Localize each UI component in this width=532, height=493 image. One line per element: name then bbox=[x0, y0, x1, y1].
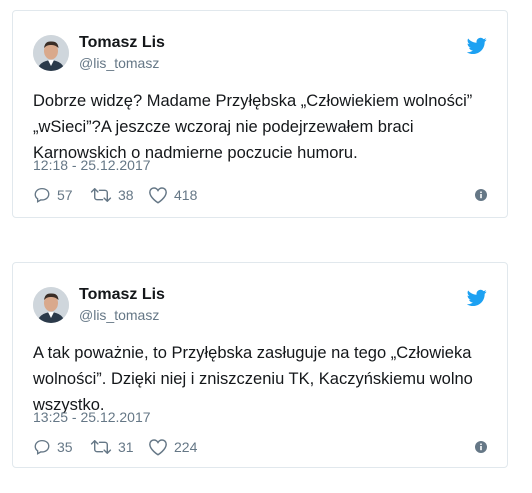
avatar[interactable] bbox=[33, 287, 69, 323]
author-name[interactable]: Tomasz Lis bbox=[79, 34, 165, 52]
author-handle[interactable]: @lis_tomasz bbox=[79, 55, 159, 71]
reply-icon bbox=[34, 439, 50, 455]
like-icon bbox=[149, 187, 167, 204]
retweet-count: 38 bbox=[118, 187, 134, 203]
reply-button[interactable]: 35 bbox=[33, 437, 73, 457]
info-icon[interactable] bbox=[475, 441, 487, 453]
tweet-text: A tak poważnie, to Przyłębska zasługuje … bbox=[33, 344, 473, 414]
avatar[interactable] bbox=[33, 35, 69, 71]
reply-count: 57 bbox=[57, 187, 73, 203]
retweet-icon bbox=[90, 188, 112, 202]
retweet-button[interactable]: 31 bbox=[90, 437, 134, 457]
like-icon bbox=[149, 439, 167, 456]
reply-count: 35 bbox=[57, 439, 73, 455]
tweet-actions: 35 31 224 bbox=[33, 437, 493, 457]
tweet-card[interactable]: Tomasz Lis @lis_tomasz A tak poważnie, t… bbox=[12, 262, 508, 468]
like-button[interactable]: 224 bbox=[148, 437, 197, 457]
retweet-button[interactable]: 38 bbox=[90, 185, 134, 205]
tweet-card[interactable]: Tomasz Lis @lis_tomasz Dobrze widzę? Mad… bbox=[12, 10, 508, 218]
like-count: 418 bbox=[174, 187, 198, 203]
tweet-timestamp[interactable]: 13:25 - 25.12.2017 bbox=[33, 409, 151, 425]
reply-button[interactable]: 57 bbox=[33, 185, 73, 205]
tweet-text: Dobrze widzę? Madame Przyłębska „Człowie… bbox=[33, 92, 473, 162]
author-handle[interactable]: @lis_tomasz bbox=[79, 307, 159, 323]
tweet-actions: 57 38 418 bbox=[33, 185, 493, 205]
like-button[interactable]: 418 bbox=[148, 185, 197, 205]
tweet-timestamp[interactable]: 12:18 - 25.12.2017 bbox=[33, 157, 151, 173]
retweet-icon bbox=[90, 440, 112, 454]
twitter-bird-icon[interactable] bbox=[467, 289, 487, 307]
retweet-count: 31 bbox=[118, 439, 134, 455]
reply-icon bbox=[34, 187, 50, 203]
info-icon[interactable] bbox=[475, 189, 487, 201]
author-name[interactable]: Tomasz Lis bbox=[79, 286, 165, 304]
twitter-bird-icon[interactable] bbox=[467, 37, 487, 55]
like-count: 224 bbox=[174, 439, 198, 455]
